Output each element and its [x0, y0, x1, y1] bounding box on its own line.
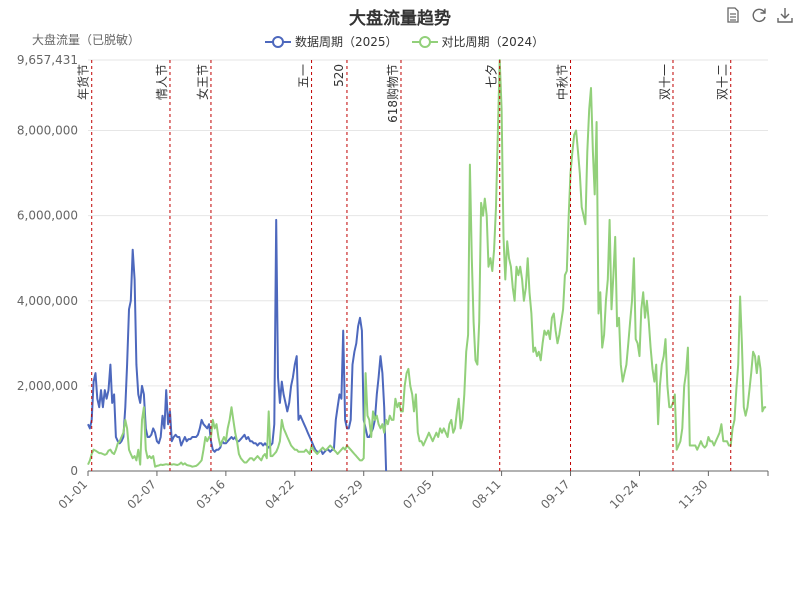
- y-tick-label: 2,000,000: [17, 379, 78, 393]
- x-tick-label: 10-24: [607, 477, 642, 512]
- x-tick-label: 09-17: [538, 477, 573, 512]
- x-tick-label: 04-22: [262, 477, 297, 512]
- event-marker-label: 情人节: [155, 64, 169, 100]
- y-tick-label: 0: [70, 464, 78, 478]
- event-marker-label: 双十二: [716, 64, 730, 100]
- y-tick-label: 8,000,000: [17, 124, 78, 138]
- x-tick-label: 02-07: [124, 477, 159, 512]
- x-tick-label: 01-01: [56, 477, 91, 512]
- event-marker-label: 女王节: [195, 64, 210, 100]
- event-marker-label: 五一: [297, 64, 311, 88]
- x-tick-label: 07-05: [400, 477, 435, 512]
- x-tick-label: 03-16: [193, 477, 228, 512]
- x-tick-label: 11-30: [676, 477, 711, 512]
- series-line-2025: [87, 218, 388, 472]
- event-marker-label: 520: [332, 64, 346, 87]
- y-tick-label: 4,000,000: [17, 294, 78, 308]
- event-marker-label: 双十一: [658, 64, 672, 100]
- event-marker-label: 618购物节: [385, 64, 400, 123]
- y-tick-label: 6,000,000: [17, 209, 78, 223]
- x-tick-label: 08-11: [469, 477, 504, 512]
- y-tick-label: 9,657,431: [17, 53, 78, 67]
- x-tick-label: 05-29: [331, 477, 366, 512]
- chart-plot-area: 0 2,000,000 4,000,000 6,000,000 8,000,000 9,6…: [17, 53, 769, 512]
- event-marker-label: 年货节: [76, 64, 91, 100]
- event-marker-label: 中秋节: [555, 64, 570, 100]
- series-line-2024: [87, 59, 767, 468]
- event-marker-label: 七夕: [485, 64, 499, 88]
